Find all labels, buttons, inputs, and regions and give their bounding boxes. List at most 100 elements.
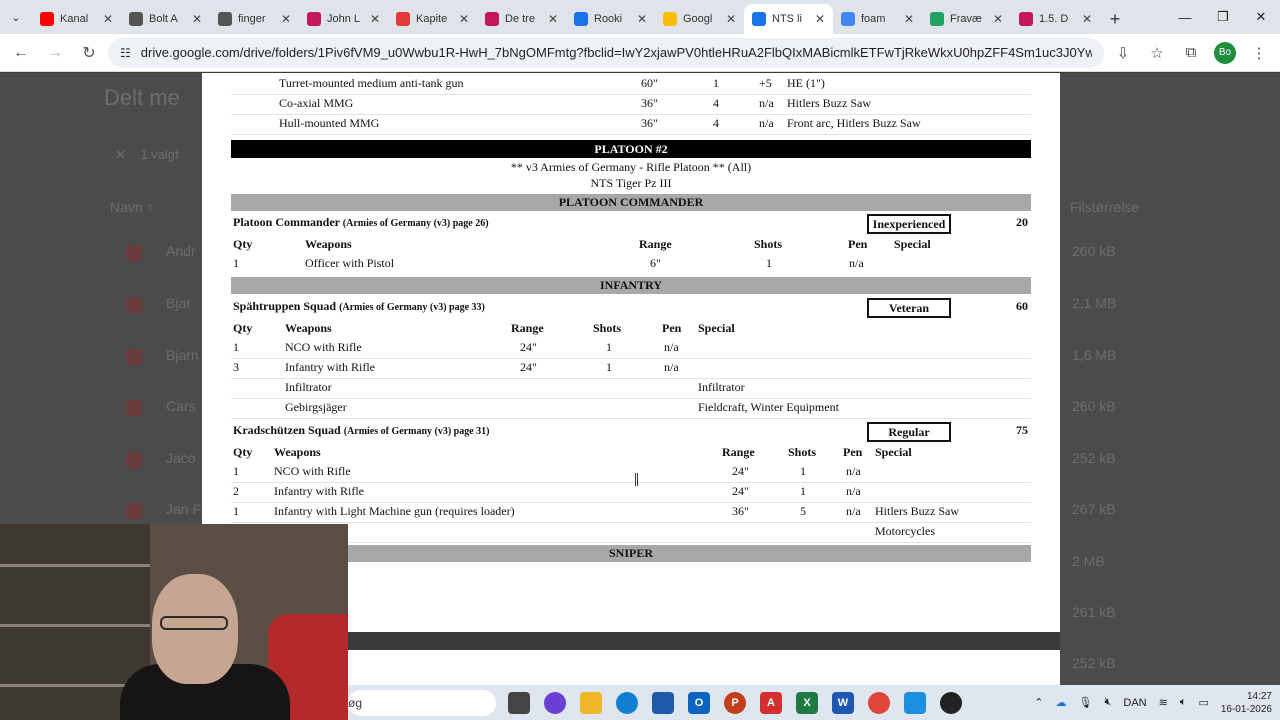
extensions-icon[interactable]: ⧉: [1176, 38, 1206, 68]
tab-title: Googl: [683, 13, 713, 25]
windows-taskbar: øg O P A X W ⌃ ☁ 🎙︎ 🔇︎ DAN ≋ 🔈︎ ▭ 14:27 …: [348, 685, 1280, 720]
window-controls: — ❐ ✕: [1166, 0, 1280, 34]
excel-icon[interactable]: X: [796, 691, 818, 714]
store-icon[interactable]: [652, 691, 674, 714]
squad2-hdr-pen: Pen: [843, 445, 863, 459]
task-view-icon[interactable]: [508, 691, 530, 714]
tab-close-icon[interactable]: ✕: [281, 12, 291, 26]
reload-button[interactable]: ↻: [74, 38, 104, 68]
drive-file-size: 261 kB: [1072, 604, 1116, 620]
browser-menu-icon[interactable]: ⋮: [1244, 38, 1274, 68]
squad2-row-shots: 1: [800, 464, 806, 478]
tab-close-icon[interactable]: ✕: [192, 12, 202, 26]
word-icon[interactable]: W: [832, 691, 854, 714]
close-window-button[interactable]: ✕: [1242, 0, 1280, 34]
browser-tab[interactable]: Bolt A ✕: [121, 4, 210, 34]
browser-tab[interactable]: NTS li ✕: [744, 4, 833, 34]
edge-icon[interactable]: [616, 691, 638, 714]
onedrive-icon[interactable]: ☁: [1055, 696, 1066, 709]
speaker-icon[interactable]: 🔈︎: [1180, 696, 1187, 709]
forward-button[interactable]: →: [40, 38, 70, 68]
infantry-section-bar: INFANTRY: [231, 277, 1031, 294]
tab-strip: ⌄ Kanal ✕ Bolt A ✕ finger ✕ John L ✕ Kapite ✕ De t…: [0, 0, 1280, 34]
selection-label: 1 valgt: [140, 147, 179, 162]
taskbar-search-box[interactable]: øg: [348, 689, 496, 716]
commander-row-qty: 1: [233, 256, 239, 270]
commander-hdr-special: Special: [894, 237, 931, 251]
tab-favicon-icon: [930, 12, 944, 26]
tab-title: foam: [861, 13, 886, 25]
vehicle-weapon-special: Hitlers Buzz Saw: [787, 96, 871, 110]
drive-file-name: Bjarn: [166, 347, 199, 363]
tab-close-icon[interactable]: ✕: [993, 12, 1003, 26]
browser-tab[interactable]: finger ✕: [210, 4, 299, 34]
outlook-new-icon[interactable]: [904, 691, 926, 714]
tab-close-icon[interactable]: ✕: [459, 12, 469, 26]
acrobat-icon[interactable]: A: [760, 691, 782, 714]
browser-tab[interactable]: 1.5. D ✕: [1011, 4, 1100, 34]
tab-title: Kapite: [416, 13, 448, 25]
squad2-unit-title: Kradschützen Squad (Armies of Germany (v…: [233, 423, 490, 438]
tab-search-menu[interactable]: ⌄: [0, 0, 32, 34]
table-row-divider: [231, 94, 1031, 95]
show-hidden-icons-icon[interactable]: ⌃: [1034, 696, 1043, 709]
browser-tab[interactable]: John L ✕: [299, 4, 388, 34]
tab-close-icon[interactable]: ✕: [548, 12, 558, 26]
browser-tab[interactable]: De tre ✕: [477, 4, 566, 34]
url-text[interactable]: drive.google.com/drive/folders/1Piv6fVM9…: [141, 45, 1092, 60]
powerpoint-icon[interactable]: P: [724, 691, 746, 714]
browser-tab[interactable]: foam ✕: [833, 4, 922, 34]
site-info-icon[interactable]: ☷: [120, 46, 131, 60]
tab-favicon-icon: [40, 12, 54, 26]
squad1-row-weapon: Infantry with Rifle: [285, 360, 375, 374]
browser-tab[interactable]: Googl ✕: [655, 4, 744, 34]
drive-file-name: Jan F: [166, 501, 202, 517]
browser-tab[interactable]: Kanal ✕: [32, 4, 121, 34]
wifi-icon[interactable]: ≋: [1159, 696, 1168, 709]
tab-close-icon[interactable]: ✕: [904, 12, 914, 26]
squad1-row-qty: 3: [233, 360, 239, 374]
file-explorer-icon[interactable]: [580, 691, 602, 714]
profile-button[interactable]: Bo: [1210, 38, 1240, 68]
commander-row-weapon: Officer with Pistol: [305, 256, 395, 270]
bookmark-star-icon[interactable]: ☆: [1142, 38, 1172, 68]
tab-close-icon[interactable]: ✕: [103, 12, 113, 26]
language-indicator[interactable]: DAN: [1123, 697, 1146, 709]
table-row-divider: [231, 542, 1031, 543]
browser-tab[interactable]: Rooki ✕: [566, 4, 655, 34]
tab-close-icon[interactable]: ✕: [1082, 12, 1092, 26]
microphone-icon[interactable]: 🎙︎: [1078, 696, 1092, 709]
battery-icon[interactable]: ▭: [1198, 696, 1208, 709]
minimize-button[interactable]: —: [1166, 0, 1204, 34]
restore-button[interactable]: ❐: [1204, 0, 1242, 34]
back-button[interactable]: ←: [6, 38, 36, 68]
taskbar-clock[interactable]: 14:27 16-01-2026: [1221, 690, 1272, 716]
media-app-icon[interactable]: [940, 691, 962, 714]
webcam-shelf-board: [0, 624, 150, 627]
tab-favicon-icon: [752, 12, 766, 26]
tab-favicon-icon: [663, 12, 677, 26]
new-tab-button[interactable]: +: [1100, 4, 1130, 34]
vehicle-weapon-range: 60": [641, 76, 658, 90]
copilot-icon[interactable]: [544, 691, 566, 714]
squad2-row-qty: 1: [233, 504, 239, 518]
vehicle-weapon-special: HE (1"): [787, 76, 825, 90]
volume-muted-icon[interactable]: 🔇︎: [1104, 696, 1111, 709]
outlook-icon[interactable]: O: [688, 691, 710, 714]
tab-close-icon[interactable]: ✕: [637, 12, 647, 26]
table-row-divider: [231, 502, 1031, 503]
tab-close-icon[interactable]: ✕: [370, 12, 380, 26]
browser-tab[interactable]: Kapite ✕: [388, 4, 477, 34]
tab-title: NTS li: [772, 13, 802, 25]
commander-hdr-weapons: Weapons: [305, 237, 352, 251]
squad2-row-weapon: Infantry with Light Machine gun (require…: [274, 504, 515, 518]
tab-title: De tre: [505, 13, 535, 25]
tab-close-icon[interactable]: ✕: [726, 12, 736, 26]
squad2-row-range: 36": [732, 504, 749, 518]
browser-tab[interactable]: Fravæ ✕: [922, 4, 1011, 34]
address-bar[interactable]: ☷ drive.google.com/drive/folders/1Piv6fV…: [108, 37, 1104, 68]
chrome-icon[interactable]: [868, 691, 890, 714]
squad2-hdr-qty: Qty: [233, 445, 253, 459]
install-app-icon[interactable]: ⇩: [1108, 38, 1138, 68]
tab-close-icon[interactable]: ✕: [815, 12, 825, 26]
